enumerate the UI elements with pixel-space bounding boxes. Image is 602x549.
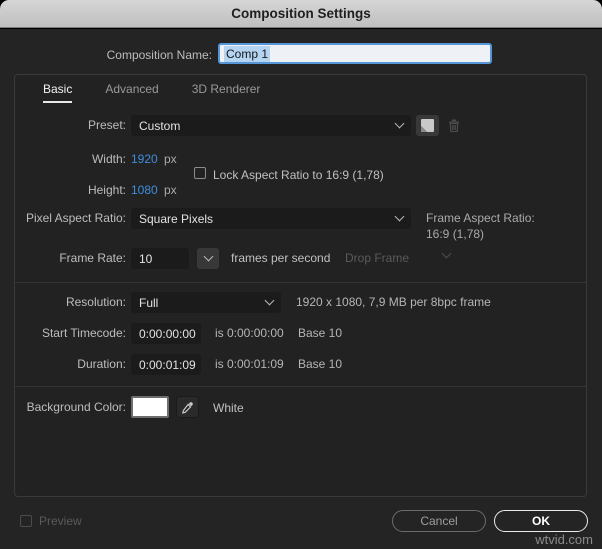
section-divider (15, 282, 586, 283)
pixel-aspect-row: Pixel Aspect Ratio: Square Pixels Frame … (15, 208, 586, 241)
preset-row: Preset: Custom (15, 115, 586, 136)
dialog-title: Composition Settings (231, 6, 371, 21)
chevron-down-icon (203, 251, 213, 262)
background-color-name: White (213, 401, 244, 415)
resolution-info: 1920 x 1080, 7,9 MB per 8bpc frame (296, 295, 491, 309)
watermark: wtvid.com (535, 532, 593, 547)
duration-input[interactable]: 0:00:01:09 (131, 354, 201, 375)
height-unit: px (164, 183, 177, 197)
duration-base-text: Base 10 (298, 357, 343, 371)
tab-bar: Basic Advanced 3D Renderer (43, 82, 260, 103)
width-value[interactable]: 1920 (131, 152, 158, 166)
frame-rate-value: 10 (139, 251, 153, 266)
chevron-down-icon (394, 211, 405, 222)
frame-rate-input[interactable]: 10 (131, 248, 189, 269)
composition-settings-dialog: Composition Settings Composition Name: C… (0, 0, 602, 549)
section-divider (15, 386, 586, 387)
width-label: Width: (91, 152, 126, 166)
duration-is-text: is 0:00:01:09 (215, 357, 284, 371)
start-timecode-value: 0:00:00:00 (139, 326, 196, 341)
resolution-value: Full (139, 295, 159, 310)
preset-dropdown[interactable]: Custom (131, 115, 411, 136)
chevron-down-icon (394, 118, 405, 129)
height-row: Height: 1080 px (15, 180, 586, 201)
resolution-label: Resolution: (65, 295, 126, 309)
width-unit: px (164, 152, 177, 166)
composition-name-value: Comp 1 (224, 45, 271, 62)
cancel-button[interactable]: Cancel (392, 510, 486, 532)
start-timecode-input[interactable]: 0:00:00:00 (131, 323, 201, 344)
tab-basic[interactable]: Basic (43, 82, 73, 103)
composition-name-input[interactable]: Comp 1 (218, 43, 492, 64)
trash-icon (448, 119, 459, 132)
start-timecode-base-text: Base 10 (298, 326, 343, 340)
lock-aspect-checkbox[interactable] (194, 167, 206, 179)
save-preset-icon (421, 119, 434, 132)
height-value[interactable]: 1080 (131, 183, 158, 197)
save-preset-button[interactable] (416, 115, 439, 136)
pixel-aspect-label: Pixel Aspect Ratio: (25, 211, 126, 225)
delete-preset-button[interactable] (442, 115, 465, 136)
background-color-swatch[interactable] (131, 396, 169, 418)
preview-checkbox[interactable] (20, 515, 32, 527)
tab-advanced[interactable]: Advanced (105, 82, 158, 103)
pixel-aspect-value: Square Pixels (139, 211, 214, 226)
start-timecode-row: Start Timecode: 0:00:00:00 is 0:00:00:00… (15, 323, 586, 344)
dialog-body: Composition Name: Comp 1 Basic Advanced … (0, 29, 602, 549)
preview-label: Preview (39, 514, 82, 528)
ok-button[interactable]: OK (494, 510, 588, 532)
chevron-down-icon (264, 295, 275, 306)
frame-rate-dropdown-button[interactable] (197, 248, 219, 269)
chevron-down-icon (441, 248, 452, 259)
composition-name-label: Composition Name: (106, 48, 212, 62)
duration-value: 0:00:01:09 (139, 357, 196, 372)
frame-rate-label: Frame Rate: (59, 251, 126, 265)
frame-rate-unit: frames per second (231, 251, 331, 265)
preset-label: Preset: (87, 118, 126, 132)
resolution-row: Resolution: Full 1920 x 1080, 7,9 MB per… (15, 292, 586, 313)
frame-aspect-label: Frame Aspect Ratio: (426, 211, 535, 225)
ok-button-label: OK (532, 514, 550, 528)
cancel-button-label: Cancel (420, 514, 458, 528)
background-color-label: Background Color: (26, 400, 126, 414)
resolution-dropdown[interactable]: Full (131, 292, 281, 313)
preset-value: Custom (139, 118, 181, 133)
start-timecode-label: Start Timecode: (41, 326, 126, 340)
dialog-titlebar[interactable]: Composition Settings (0, 0, 602, 28)
height-label: Height: (87, 183, 126, 197)
drop-frame-value: Drop Frame (345, 251, 410, 265)
frame-rate-row: Frame Rate: 10 frames per second Drop Fr… (15, 248, 586, 269)
duration-label: Duration: (77, 357, 126, 371)
duration-row: Duration: 0:00:01:09 is 0:00:01:09 Base … (15, 354, 586, 375)
pixel-aspect-dropdown[interactable]: Square Pixels (131, 208, 411, 229)
frame-aspect-value: 16:9 (1,78) (426, 227, 485, 241)
tab-3d-renderer[interactable]: 3D Renderer (192, 82, 261, 103)
eyedropper-icon (181, 401, 193, 414)
start-timecode-is-text: is 0:00:00:00 (215, 326, 284, 340)
eyedropper-button[interactable] (176, 396, 199, 418)
settings-panel: Basic Advanced 3D Renderer Preset: Custo… (14, 74, 587, 497)
background-color-row: Background Color: White (15, 396, 586, 418)
